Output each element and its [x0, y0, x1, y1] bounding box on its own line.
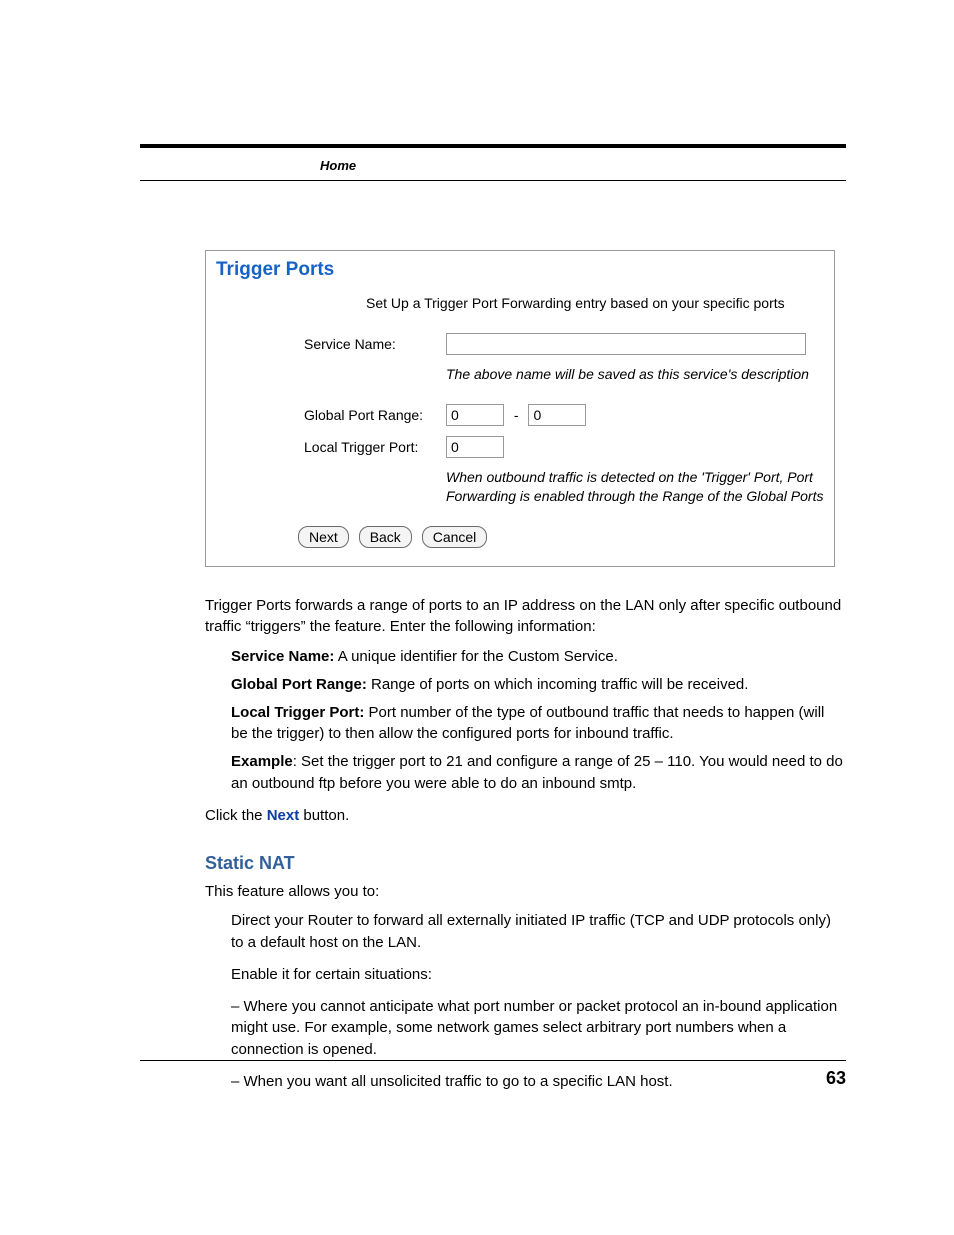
def-global-port-term: Global Port Range: [231, 676, 367, 693]
local-trigger-port-label: Local Trigger Port: [216, 439, 446, 455]
static-nat-bullets: Direct your Router to forward all extern… [231, 910, 845, 1092]
body-text: Trigger Ports forwards a range of ports … [205, 595, 845, 1093]
breadcrumb: Home [320, 158, 356, 173]
bullet-4: – When you want all unsolicited traffic … [231, 1071, 845, 1093]
bullet-3: – Where you cannot anticipate what port … [231, 996, 845, 1061]
static-nat-heading: Static NAT [205, 850, 845, 876]
intro-paragraph: Trigger Ports forwards a range of ports … [205, 595, 845, 639]
panel-title: Trigger Ports [216, 259, 824, 281]
click-next-line: Click the Next button. [205, 805, 845, 827]
click-pre: Click the [205, 807, 267, 824]
def-example-text: : Set the trigger port to 21 and configu… [231, 753, 843, 792]
global-port-range-label: Global Port Range: [216, 407, 446, 423]
static-nat-intro: This feature allows you to: [205, 881, 845, 903]
panel-subtitle: Set Up a Trigger Port Forwarding entry b… [366, 295, 824, 311]
def-global-port: Global Port Range: Range of ports on whi… [231, 674, 845, 696]
service-name-row: Service Name: [216, 333, 824, 355]
header-rule-thick [140, 144, 846, 148]
def-local-trigger: Local Trigger Port: Port number of the t… [231, 702, 845, 746]
trigger-ports-panel: Trigger Ports Set Up a Trigger Port Forw… [205, 250, 835, 567]
service-name-label: Service Name: [216, 336, 446, 352]
trigger-hint: When outbound traffic is detected on the… [446, 468, 824, 506]
def-example-term: Example [231, 753, 293, 770]
def-global-port-text: Range of ports on which incoming traffic… [367, 676, 749, 693]
local-trigger-port-input[interactable] [446, 436, 504, 458]
bullet-1: Direct your Router to forward all extern… [231, 910, 845, 954]
def-example: Example: Set the trigger port to 21 and … [231, 751, 845, 795]
def-service-name-text: A unique identifier for the Custom Servi… [334, 648, 617, 665]
cancel-button[interactable]: Cancel [422, 526, 488, 548]
page-content: Trigger Ports Set Up a Trigger Port Forw… [205, 250, 845, 1103]
panel-button-bar: Next Back Cancel [298, 526, 824, 548]
document-page: Home Trigger Ports Set Up a Trigger Port… [0, 0, 954, 1235]
global-port-range-row: Global Port Range: - [216, 404, 824, 426]
back-button[interactable]: Back [359, 526, 412, 548]
next-link[interactable]: Next [267, 807, 300, 824]
def-service-name: Service Name: A unique identifier for th… [231, 646, 845, 668]
global-port-from-input[interactable] [446, 404, 504, 426]
range-separator: - [514, 407, 519, 423]
footer-rule [140, 1060, 846, 1061]
service-name-input[interactable] [446, 333, 806, 355]
bullet-2: Enable it for certain situations: [231, 964, 845, 986]
def-service-name-term: Service Name: [231, 648, 334, 665]
local-trigger-port-row: Local Trigger Port: [216, 436, 824, 458]
definitions: Service Name: A unique identifier for th… [231, 646, 845, 795]
def-local-trigger-term: Local Trigger Port: [231, 704, 364, 721]
page-number: 63 [826, 1068, 846, 1089]
header-rule-thin [140, 180, 846, 181]
global-port-to-input[interactable] [528, 404, 586, 426]
next-button[interactable]: Next [298, 526, 349, 548]
service-name-hint: The above name will be saved as this ser… [446, 365, 824, 384]
click-post: button. [299, 807, 349, 824]
